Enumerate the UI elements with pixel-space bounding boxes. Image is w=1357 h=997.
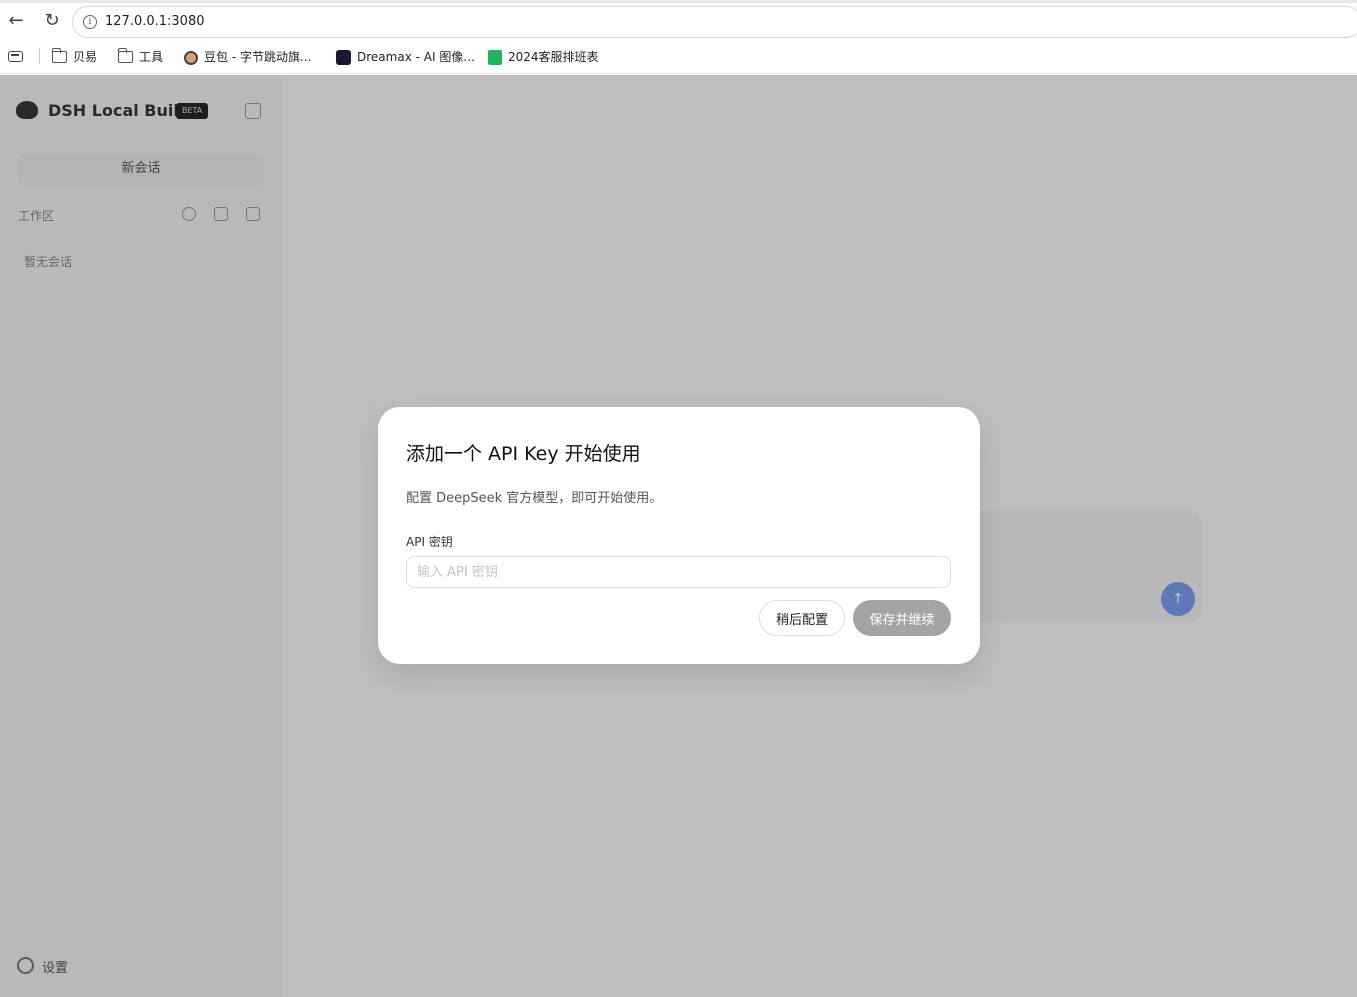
dreamax-favicon-icon	[336, 50, 351, 65]
info-icon[interactable]: i	[83, 15, 97, 29]
bookmark-label: Dreamax - AI 图像...	[357, 50, 475, 64]
bookmark-label: 豆包 - 字节跳动旗...	[204, 50, 312, 64]
bookmark-divider	[39, 48, 40, 64]
configure-later-button[interactable]: 稍后配置	[759, 600, 845, 636]
bookmark-doubao[interactable]: 豆包 - 字节跳动旗...	[184, 48, 311, 66]
save-continue-button[interactable]: 保存并继续	[853, 600, 951, 636]
api-key-input[interactable]	[406, 556, 951, 588]
api-key-modal: 添加一个 API Key 开始使用 配置 DeepSeek 官方模型，即可开始使…	[378, 407, 980, 664]
api-key-label: API 密钥	[406, 535, 453, 549]
url-text: 127.0.0.1:3080	[105, 14, 205, 29]
bookmarks-bar: 贝易 工具 豆包 - 字节跳动旗... Dreamax - AI 图像... 2…	[0, 40, 1357, 74]
reload-icon[interactable]: ↻	[40, 9, 64, 33]
sheet-favicon-icon	[488, 50, 502, 65]
browser-address-bar: ← ↻ i 127.0.0.1:3080	[0, 0, 1357, 40]
bookmark-schedule[interactable]: 2024客服排班表	[488, 48, 599, 66]
bookmark-folder-tools[interactable]: 工具	[118, 47, 164, 66]
bookmark-label: 2024客服排班表	[508, 50, 599, 64]
modal-title: 添加一个 API Key 开始使用	[406, 443, 641, 465]
bookmark-label: 工具	[139, 50, 164, 64]
bookmark-dreamax[interactable]: Dreamax - AI 图像...	[336, 48, 475, 66]
url-field[interactable]: i 127.0.0.1:3080	[72, 6, 1357, 38]
folder-icon	[118, 47, 133, 63]
tab-search-icon[interactable]	[8, 51, 23, 62]
doubao-favicon-icon	[184, 50, 198, 65]
modal-description: 配置 DeepSeek 官方模型，即可开始使用。	[406, 491, 663, 506]
bookmark-label: 贝易	[73, 50, 98, 64]
folder-icon	[52, 47, 67, 63]
back-icon[interactable]: ←	[4, 9, 28, 33]
bookmark-folder-beiyi[interactable]: 贝易	[52, 47, 98, 66]
